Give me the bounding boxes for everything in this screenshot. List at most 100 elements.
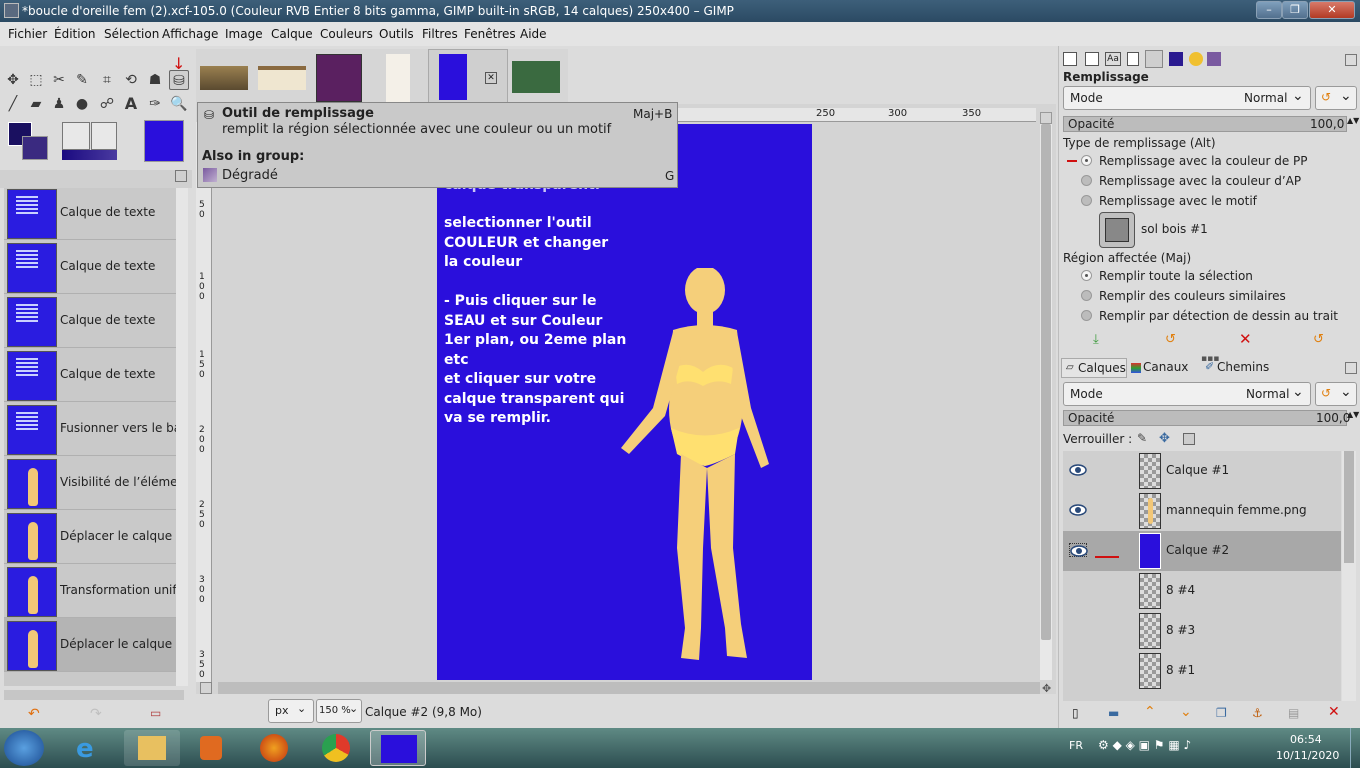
clear-history-icon[interactable]: ▭ <box>150 706 161 720</box>
layer-row[interactable]: 8 #1 <box>1063 651 1341 691</box>
history-item[interactable]: Calque de texte <box>4 188 176 240</box>
bucket-fill-icon[interactable]: ⛁ <box>169 70 189 90</box>
redo-icon[interactable]: ↷ <box>90 706 102 722</box>
restore-preset-icon[interactable]: ↺ <box>1165 332 1176 347</box>
brush-preview[interactable] <box>62 122 90 150</box>
reset-options-icon[interactable]: ↺ <box>1313 332 1324 347</box>
gradient-preview[interactable] <box>62 150 117 160</box>
menu-fenetres[interactable]: Fenêtres <box>464 27 516 41</box>
eyedropper-icon[interactable]: ✑ <box>145 94 165 114</box>
clone-stamp-icon[interactable]: ♟ <box>49 94 69 114</box>
zoom-select[interactable]: 150 % ⌄ <box>316 699 362 723</box>
layers-scrollbar[interactable] <box>1342 451 1356 701</box>
mode-reset-button[interactable]: ↺ ⌄ <box>1315 86 1357 110</box>
unit-select[interactable]: px ⌄ <box>268 699 314 723</box>
media-player-taskbar-icon[interactable] <box>184 730 240 766</box>
image-tab-6[interactable] <box>508 49 568 104</box>
crop-tool-icon[interactable]: ⌗ <box>97 70 117 90</box>
menu-filtres[interactable]: Filtres <box>422 27 458 41</box>
layer-row[interactable]: mannequin femme.png <box>1063 491 1341 531</box>
device-status-tab-icon[interactable] <box>1085 52 1099 66</box>
dock-menu-icon[interactable] <box>175 170 187 182</box>
paintbrush-icon[interactable]: ╱ <box>3 94 23 114</box>
fuzzy-select-icon[interactable]: ✂ <box>49 70 69 90</box>
quick-mask-icon[interactable] <box>200 682 212 694</box>
canvas-vertical-scrollbar[interactable] <box>1040 124 1052 680</box>
canvas-horizontal-scrollbar[interactable] <box>218 682 1040 694</box>
region-similar-radio[interactable] <box>1081 290 1092 301</box>
tab-calques[interactable]: ▱ Calques <box>1061 358 1127 378</box>
opacity-spin[interactable]: ▲▼ <box>1347 116 1359 132</box>
image-tab-3[interactable] <box>312 49 372 104</box>
layer-row[interactable]: Calque #1 <box>1063 451 1341 491</box>
rect-select-icon[interactable]: ⬚ <box>26 70 46 90</box>
opacity-slider[interactable]: Opacité 100,0 <box>1063 116 1347 132</box>
language-indicator[interactable]: FR <box>1069 739 1083 752</box>
fill-pattern-radio[interactable] <box>1081 195 1092 206</box>
region-selection-radio[interactable] <box>1081 270 1092 281</box>
image-canvas[interactable]: calque transparent. selectionner l'outil… <box>437 124 812 680</box>
eraser-icon[interactable]: ▰ <box>26 94 46 114</box>
start-button[interactable] <box>4 730 44 766</box>
text-tool-icon[interactable]: A <box>121 94 141 114</box>
ie-taskbar-icon[interactable]: e <box>62 730 118 766</box>
chrome-taskbar-icon[interactable] <box>308 730 364 766</box>
menu-calque[interactable]: Calque <box>271 27 313 41</box>
active-image-thumb[interactable] <box>144 120 184 162</box>
tray-icons[interactable]: ⚙ ◆ ◈ ▣ ⚑ ▦ ♪ <box>1098 738 1191 752</box>
layer-row[interactable]: Calque #2 <box>1063 531 1341 571</box>
gradients-tab-icon[interactable] <box>1207 52 1221 66</box>
menu-outils[interactable]: Outils <box>379 27 414 41</box>
lock-alpha-icon[interactable] <box>1183 433 1195 445</box>
history-item[interactable]: Déplacer le calque <box>4 510 176 564</box>
close-tab-icon[interactable]: ✕ <box>485 72 497 84</box>
history-item[interactable]: Visibilité de l’élémen <box>4 456 176 510</box>
tab-canaux[interactable]: Canaux <box>1129 358 1201 378</box>
menu-image[interactable]: Image <box>225 27 263 41</box>
pattern-preview[interactable] <box>91 122 117 150</box>
menu-affichage[interactable]: Affichage <box>162 27 218 41</box>
background-color[interactable] <box>22 136 48 160</box>
anchor-layer-icon[interactable]: ⚓ <box>1252 706 1263 720</box>
color-picker-icon[interactable]: ✎ <box>72 70 92 90</box>
history-item[interactable]: Transformation unif <box>4 564 176 618</box>
pattern-swatch[interactable] <box>1099 212 1135 248</box>
layer-mode-select[interactable]: Mode Normal ⌄ <box>1063 382 1311 406</box>
save-preset-icon[interactable]: ⤓ <box>1093 332 1099 347</box>
move-tool-icon[interactable]: ✥ <box>3 70 23 90</box>
history-scrollbar[interactable] <box>176 188 188 686</box>
lower-layer-icon[interactable]: ⌄ <box>1180 704 1192 720</box>
mode-select[interactable]: Mode Normal ⌄ <box>1063 86 1311 110</box>
dock-menu-icon[interactable] <box>1345 54 1357 66</box>
menu-edition[interactable]: Édition <box>54 27 96 41</box>
lock-position-icon[interactable]: ✥ <box>1159 431 1170 446</box>
history-item[interactable]: Calque de texte <box>4 348 176 402</box>
firefox-taskbar-icon[interactable] <box>246 730 302 766</box>
zoom-tool-icon[interactable]: 🔍 <box>169 94 189 114</box>
delete-preset-icon[interactable]: ✕ <box>1239 330 1252 348</box>
history-item[interactable]: Fusionner vers le ba <box>4 402 176 456</box>
layers-dock-menu-icon[interactable] <box>1345 362 1357 374</box>
visibility-eye-icon[interactable] <box>1069 543 1088 557</box>
clock-date[interactable]: 10/11/2020 <box>1276 749 1339 762</box>
menu-aide[interactable]: Aide <box>520 27 547 41</box>
duplicate-layer-icon[interactable]: ❐ <box>1216 706 1227 720</box>
new-layer-icon[interactable]: ▯ <box>1072 706 1079 720</box>
image-tab-1[interactable] <box>196 49 256 104</box>
visibility-eye-icon[interactable] <box>1069 463 1087 477</box>
dodge-icon[interactable]: ☍ <box>97 94 117 114</box>
navigate-icon[interactable]: ✥ <box>1042 682 1051 695</box>
menu-fichier[interactable]: Fichier <box>8 27 47 41</box>
fill-bg-radio[interactable] <box>1081 175 1092 186</box>
tab-chemins[interactable]: ✐ Chemins <box>1203 358 1275 378</box>
colors-tab-icon[interactable] <box>1189 52 1203 66</box>
history-item[interactable]: Déplacer le calque <box>4 618 176 672</box>
history-item[interactable]: Calque de texte <box>4 294 176 348</box>
maximize-button[interactable]: ❐ <box>1282 1 1308 19</box>
image-tab-5-active[interactable]: ✕ <box>428 49 508 104</box>
merge-layer-icon[interactable]: ▤ <box>1288 706 1299 720</box>
bucket-options-tab-icon[interactable] <box>1145 50 1163 68</box>
history-hscroll[interactable] <box>4 690 184 700</box>
gimp-taskbar-icon[interactable] <box>370 730 426 766</box>
visibility-eye-icon[interactable] <box>1069 503 1087 517</box>
